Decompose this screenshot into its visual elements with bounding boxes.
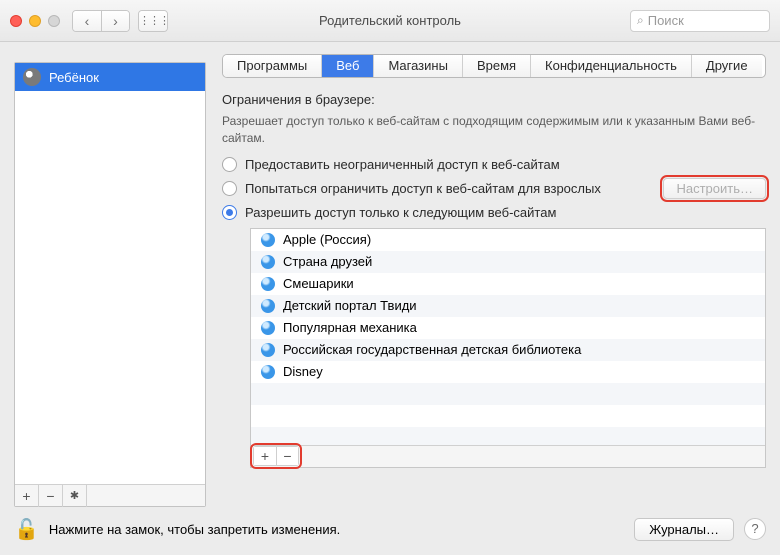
- lock-hint-text: Нажмите на замок, чтобы запретить измене…: [49, 522, 340, 537]
- site-label: Страна друзей: [283, 254, 372, 269]
- radio-icon: [222, 205, 237, 220]
- globe-icon: [261, 255, 275, 269]
- remove-user-button[interactable]: −: [39, 485, 63, 507]
- show-all-button[interactable]: ⋮⋮⋮: [138, 10, 168, 32]
- minimize-icon[interactable]: [29, 15, 41, 27]
- list-item[interactable]: Популярная механика: [251, 317, 765, 339]
- sidebar-user-label: Ребёнок: [49, 70, 99, 85]
- sidebar-footer: + − ✱: [15, 484, 205, 506]
- radio-icon: [222, 181, 237, 196]
- section-title: Ограничения в браузере:: [222, 92, 766, 107]
- user-sidebar: Ребёнок + − ✱: [14, 62, 206, 507]
- globe-icon: [261, 365, 275, 379]
- radio-allowlist[interactable]: Разрешить доступ только к следующим веб-…: [222, 205, 766, 220]
- site-label: Популярная механика: [283, 320, 417, 335]
- search-icon: ⌕: [637, 13, 644, 28]
- add-site-button[interactable]: +: [254, 447, 276, 465]
- back-button[interactable]: ‹: [73, 11, 101, 31]
- list-item[interactable]: Страна друзей: [251, 251, 765, 273]
- list-item[interactable]: Disney: [251, 361, 765, 383]
- maximize-icon: [48, 15, 60, 27]
- section-description: Разрешает доступ только к веб-сайтам с п…: [222, 113, 766, 147]
- main-panel: Ограничения в браузере: Разрешает доступ…: [222, 92, 766, 507]
- add-user-button[interactable]: +: [15, 485, 39, 507]
- globe-icon: [261, 233, 275, 247]
- search-input[interactable]: ⌕ Поиск: [630, 10, 770, 32]
- window-title: Родительский контроль: [319, 13, 461, 28]
- radio-label: Попытаться ограничить доступ к веб-сайта…: [245, 181, 601, 196]
- site-label: Disney: [283, 364, 323, 379]
- avatar-icon: [23, 68, 41, 86]
- site-label: Смешарики: [283, 276, 354, 291]
- globe-icon: [261, 343, 275, 357]
- customize-button[interactable]: Настроить…: [663, 178, 766, 199]
- radio-label: Разрешить доступ только к следующим веб-…: [245, 205, 556, 220]
- list-item[interactable]: Российская государственная детская библи…: [251, 339, 765, 361]
- nav-back-forward: ‹ ›: [72, 10, 130, 32]
- help-button[interactable]: ?: [744, 518, 766, 540]
- titlebar: ‹ › ⋮⋮⋮ Родительский контроль ⌕ Поиск: [0, 0, 780, 42]
- journals-button[interactable]: Журналы…: [634, 518, 734, 541]
- window-controls: [10, 15, 60, 27]
- globe-icon: [261, 321, 275, 335]
- lock-icon[interactable]: 🔓: [14, 517, 39, 542]
- radio-label: Предоставить неограниченный доступ к веб…: [245, 157, 560, 172]
- add-remove-site-group: + −: [253, 446, 299, 466]
- remove-site-button[interactable]: −: [276, 447, 298, 465]
- search-placeholder: Поиск: [648, 13, 684, 28]
- list-item: [251, 405, 765, 427]
- forward-button[interactable]: ›: [101, 11, 129, 31]
- list-item: [251, 427, 765, 445]
- site-list-footer: + −: [251, 445, 765, 467]
- radio-unrestricted[interactable]: Предоставить неограниченный доступ к веб…: [222, 157, 766, 172]
- globe-icon: [261, 299, 275, 313]
- site-label: Apple (Россия): [283, 232, 371, 247]
- radio-limit-adult[interactable]: Попытаться ограничить доступ к веб-сайта…: [222, 178, 766, 199]
- window-footer: 🔓 Нажмите на замок, чтобы запретить изме…: [14, 511, 766, 547]
- site-label: Российская государственная детская библи…: [283, 342, 581, 357]
- sidebar-item-user[interactable]: Ребёнок: [15, 63, 205, 91]
- list-item: [251, 383, 765, 405]
- site-label: Детский портал Твиди: [283, 298, 417, 313]
- close-icon[interactable]: [10, 15, 22, 27]
- radio-icon: [222, 157, 237, 172]
- list-item[interactable]: Apple (Россия): [251, 229, 765, 251]
- allowed-sites-list: Apple (Россия) Страна друзей Смешарики Детс…: [250, 228, 766, 468]
- list-item[interactable]: Смешарики: [251, 273, 765, 295]
- globe-icon: [261, 277, 275, 291]
- list-item[interactable]: Детский портал Твиди: [251, 295, 765, 317]
- grid-icon: ⋮⋮⋮: [139, 11, 167, 31]
- settings-gear-button[interactable]: ✱: [63, 485, 87, 507]
